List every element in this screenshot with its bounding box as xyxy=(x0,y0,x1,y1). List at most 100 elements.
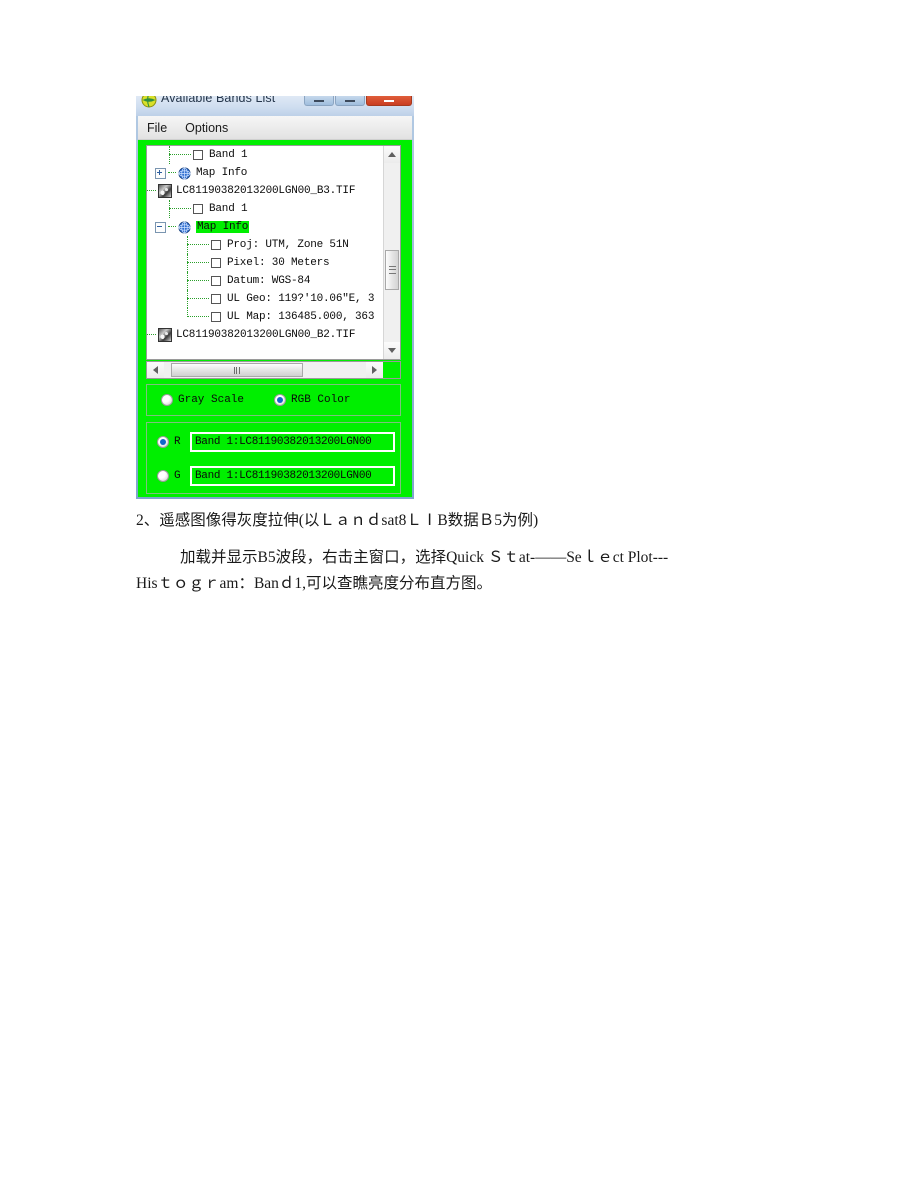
rgb-row-green[interactable]: G Band 1:LC81190382013200LGN00 xyxy=(157,465,395,487)
tree-row-label: Band 1 xyxy=(209,149,248,161)
tree-connector xyxy=(169,146,170,164)
scrollbar-corner xyxy=(383,362,400,378)
radio-gray-scale-icon[interactable] xyxy=(161,394,173,406)
raster-image-icon xyxy=(158,328,172,342)
tree-row-label: LC81190382013200LGN00_B2.TIF xyxy=(176,329,356,341)
radio-rgb-color-label: RGB Color xyxy=(291,394,351,406)
rgb-channel-letter-g: G xyxy=(174,470,181,482)
checkbox-icon[interactable] xyxy=(211,312,221,322)
raster-image-icon xyxy=(158,184,172,198)
scroll-left-button[interactable] xyxy=(147,362,164,378)
tree-connector-icon xyxy=(187,280,209,282)
green-band-field[interactable]: Band 1:LC81190382013200LGN00 xyxy=(190,466,395,486)
tree-row-label: Pixel: 30 Meters xyxy=(227,257,330,269)
tree-row[interactable]: LC81190382013200LGN00_B3.TIF xyxy=(147,182,383,200)
window-title-bar[interactable]: Available Bands List xyxy=(136,96,414,116)
bands-tree-panel[interactable]: Band 1 Map Info LC81190382013200LGN00_B3… xyxy=(146,145,401,360)
tree-connector-icon xyxy=(187,262,209,264)
red-band-field[interactable]: Band 1:LC81190382013200LGN00 xyxy=(190,432,395,452)
maximize-button[interactable] xyxy=(335,96,365,106)
tree-connector xyxy=(169,200,170,218)
vertical-scrollbar[interactable] xyxy=(383,146,400,359)
tree-row[interactable]: Map Info xyxy=(147,164,383,182)
horizontal-scrollbar-thumb[interactable] xyxy=(171,363,303,377)
chevron-down-icon xyxy=(388,348,396,353)
section-heading: 2、遥感图像得灰度拉伸(以Ｌａｎｄsat8ＬⅠB数据Ｂ5为例) xyxy=(136,512,539,529)
envi-globe-icon xyxy=(141,96,157,108)
tree-row[interactable]: LC81190382013200LGN00_B2.TIF xyxy=(147,326,383,344)
bands-tree-list[interactable]: Band 1 Map Info LC81190382013200LGN00_B3… xyxy=(147,146,383,359)
checkbox-icon[interactable] xyxy=(193,204,203,214)
body-paragraph: 加载并显示B5波段，右击主窗口，选择Quick Ｓｔat-——Seｌｅct Pl… xyxy=(136,545,786,597)
tree-connector xyxy=(187,272,188,290)
red-band-value: Band 1:LC81190382013200LGN00 xyxy=(195,436,372,448)
application-window: Available Bands List File Options Band 1… xyxy=(136,96,414,499)
tree-row-label: Datum: WGS-84 xyxy=(227,275,311,287)
rgb-row-red[interactable]: R Band 1:LC81190382013200LGN00 xyxy=(157,431,395,453)
minimize-button[interactable] xyxy=(304,96,334,106)
scroll-up-button[interactable] xyxy=(384,146,400,163)
checkbox-icon[interactable] xyxy=(193,150,203,160)
tree-row-label: UL Map: 136485.000, 363 xyxy=(227,311,375,323)
radio-rgb-color-icon[interactable] xyxy=(274,394,287,406)
tree-row[interactable]: Band 1 xyxy=(147,200,383,218)
scroll-down-button[interactable] xyxy=(384,342,400,359)
window-controls xyxy=(304,96,412,106)
menu-item-file[interactable]: File xyxy=(138,121,176,135)
envi-available-bands-list-screenshot: Available Bands List File Options Band 1… xyxy=(136,96,414,499)
checkbox-icon[interactable] xyxy=(211,294,221,304)
tree-row[interactable]: Map Info xyxy=(147,218,383,236)
tree-row-label: UL Geo: 119?'10.06"E, 3 xyxy=(227,293,375,305)
expander-minus-icon[interactable] xyxy=(155,221,166,233)
checkbox-icon[interactable] xyxy=(211,258,221,268)
tree-connector xyxy=(187,254,188,272)
chevron-left-icon xyxy=(153,366,158,374)
tree-connector-icon xyxy=(168,172,176,174)
tree-row[interactable]: Pixel: 30 Meters xyxy=(147,254,383,272)
tree-connector-icon xyxy=(187,316,209,318)
grip-icon xyxy=(388,266,396,274)
window-title: Available Bands List xyxy=(161,96,276,105)
tree-connector-icon xyxy=(187,244,209,246)
scroll-right-button[interactable] xyxy=(366,362,383,378)
tree-row-label: LC81190382013200LGN00_B3.TIF xyxy=(176,185,356,197)
checkbox-icon[interactable] xyxy=(211,240,221,250)
radio-red-channel-icon[interactable] xyxy=(157,436,169,448)
expander-plus-icon[interactable] xyxy=(155,167,166,179)
tree-connector-icon xyxy=(169,208,191,210)
tree-row-label: Map Info xyxy=(196,167,248,179)
close-button[interactable] xyxy=(366,96,412,106)
tree-row[interactable]: Band 1 xyxy=(147,146,383,164)
tree-connector-icon xyxy=(147,334,156,336)
rgb-channel-panel: R Band 1:LC81190382013200LGN00 G Band 1:… xyxy=(146,422,401,494)
tree-row-label: Band 1 xyxy=(209,203,248,215)
close-icon xyxy=(384,100,394,102)
tree-row[interactable]: UL Map: 136485.000, 363 xyxy=(147,308,383,326)
radio-gray-scale[interactable]: Gray Scale xyxy=(161,394,244,406)
grip-icon xyxy=(233,366,241,374)
tree-row[interactable]: UL Geo: 119?'10.06"E, 3 xyxy=(147,290,383,308)
checkbox-icon[interactable] xyxy=(211,276,221,286)
tree-connector xyxy=(187,236,188,254)
radio-rgb-color[interactable]: RGB Color xyxy=(274,394,350,406)
globe-icon xyxy=(178,166,191,180)
menu-item-options[interactable]: Options xyxy=(176,121,237,135)
radio-gray-scale-label: Gray Scale xyxy=(178,394,245,406)
tree-row[interactable]: Proj: UTM, Zone 51N xyxy=(147,236,383,254)
tree-row-label: Proj: UTM, Zone 51N xyxy=(227,239,349,251)
radio-green-channel-icon[interactable] xyxy=(157,470,169,482)
tree-connector xyxy=(187,308,188,317)
menu-bar: File Options xyxy=(138,116,412,140)
tree-connector-icon xyxy=(169,154,191,156)
chevron-right-icon xyxy=(372,366,377,374)
tree-row-label-selected: Map Info xyxy=(196,221,250,233)
green-band-value: Band 1:LC81190382013200LGN00 xyxy=(195,470,372,482)
minimize-icon xyxy=(314,100,324,102)
client-area: Band 1 Map Info LC81190382013200LGN00_B3… xyxy=(138,140,412,497)
chevron-up-icon xyxy=(388,152,396,157)
horizontal-scrollbar[interactable] xyxy=(146,361,401,379)
tree-row[interactable]: Datum: WGS-84 xyxy=(147,272,383,290)
body-line-1: 加载并显示B5波段，右击主窗口，选择Quick Ｓｔat-——Seｌｅct Pl… xyxy=(180,549,669,566)
tree-connector-icon xyxy=(168,226,176,228)
vertical-scrollbar-thumb[interactable] xyxy=(385,250,399,290)
